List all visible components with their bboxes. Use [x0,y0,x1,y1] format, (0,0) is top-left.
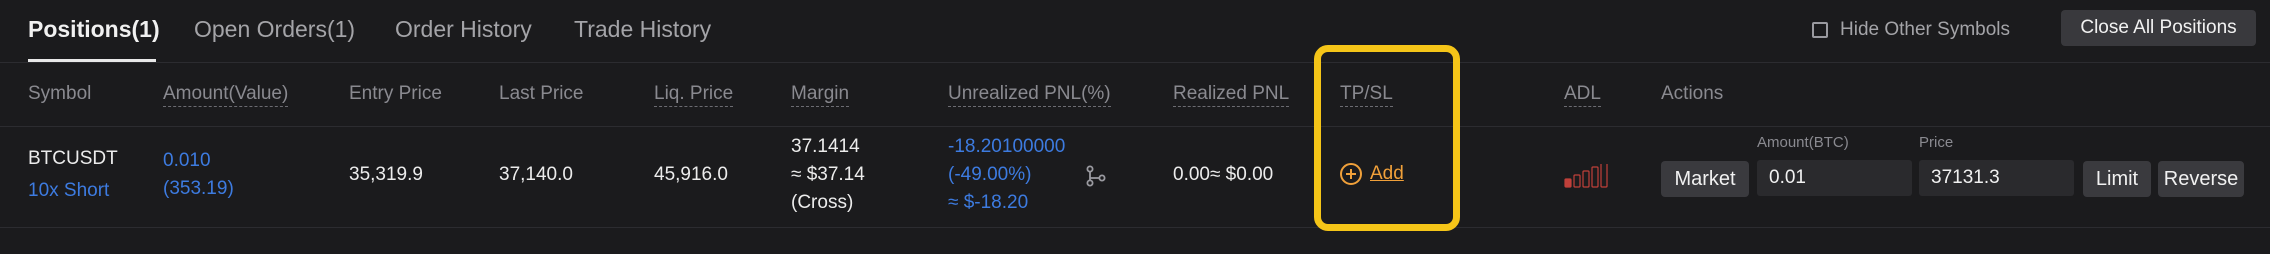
tab-positions[interactable]: Positions(1) [28,14,160,44]
column-header-last-price: Last Price [499,83,584,104]
adl-bar [1591,166,1599,188]
column-header-entry-price: Entry Price [349,83,442,104]
position-unrealized-pct: (-49.00%) [948,164,1032,185]
position-realized-pnl: 0.00≈ $0.00 [1173,164,1274,185]
position-entry-price: 35,319.9 [349,164,423,185]
column-header-amount: Amount(Value) [163,82,289,107]
column-header-adl: ADL [1564,82,1601,107]
position-margin-value: ≈ $37.14 [791,164,865,185]
position-leverage-side[interactable]: 10x Short [28,177,109,205]
column-header-tpsl: TP/SL [1340,82,1393,107]
amount-btc-label: Amount(BTC) [1757,134,1849,151]
column-header-actions: Actions [1661,83,1724,104]
adl-bar [1573,174,1581,188]
close-price-input[interactable]: 37131.3 [1919,160,2074,196]
column-header-symbol: Symbol [28,83,92,104]
close-all-positions-button[interactable]: Close All Positions [2061,10,2256,46]
adl-bar [1564,178,1572,188]
tab-open-orders[interactable]: Open Orders(1) [194,14,355,44]
position-unrealized-pnl: -18.20100000 [948,136,1066,157]
position-liq-price: 45,916.0 [654,164,728,185]
market-close-button[interactable]: Market [1661,161,1749,197]
adl-bar [1582,170,1590,188]
close-amount-input[interactable]: 0.01 [1757,160,1912,196]
position-amount: 0.010 [163,150,211,171]
hide-other-symbols-toggle[interactable]: Hide Other Symbols [1812,15,2010,45]
column-header-liq-price: Liq. Price [654,82,734,107]
tab-bar: Positions(1) Open Orders(1) Order Histor… [0,0,2270,63]
position-value: (353.19) [163,178,234,199]
position-margin-amount: 37.1414 [791,136,860,157]
tpsl-add-label: Add [1370,163,1404,184]
adl-indicator-icon [1564,164,1608,188]
hide-other-symbols-label: Hide Other Symbols [1840,19,2011,40]
tab-trade-history[interactable]: Trade History [574,14,711,44]
positions-panel: Positions(1) Open Orders(1) Order Histor… [0,0,2270,254]
position-last-price: 37,140.0 [499,164,573,185]
adl-bar [1600,164,1608,188]
column-header-realized-pnl: Realized PNL [1173,82,1290,107]
position-margin-mode: (Cross) [791,192,854,213]
tpsl-add-button[interactable]: Add [1340,163,1404,185]
price-label: Price [1919,134,1954,151]
tab-order-history[interactable]: Order History [395,14,532,44]
column-header-margin: Margin [791,82,850,107]
active-tab-indicator [28,59,156,62]
limit-close-button[interactable]: Limit [2083,161,2151,197]
reverse-position-button[interactable]: Reverse [2158,161,2244,197]
add-circle-icon [1340,163,1362,185]
position-unrealized-usd: ≈ $-18.20 [948,192,1029,213]
table-row: BTCUSDT 10x Short 0.010 (353.19) 35,319.… [0,127,2270,228]
column-header-unrealized-pnl: Unrealized PNL(%) [948,82,1111,107]
hide-other-symbols-checkbox[interactable] [1812,22,1828,38]
share-pnl-icon[interactable] [1084,164,1108,188]
table-header: Symbol Amount(Value) Entry Price Last Pr… [0,63,2270,127]
position-symbol: BTCUSDT [28,148,118,169]
